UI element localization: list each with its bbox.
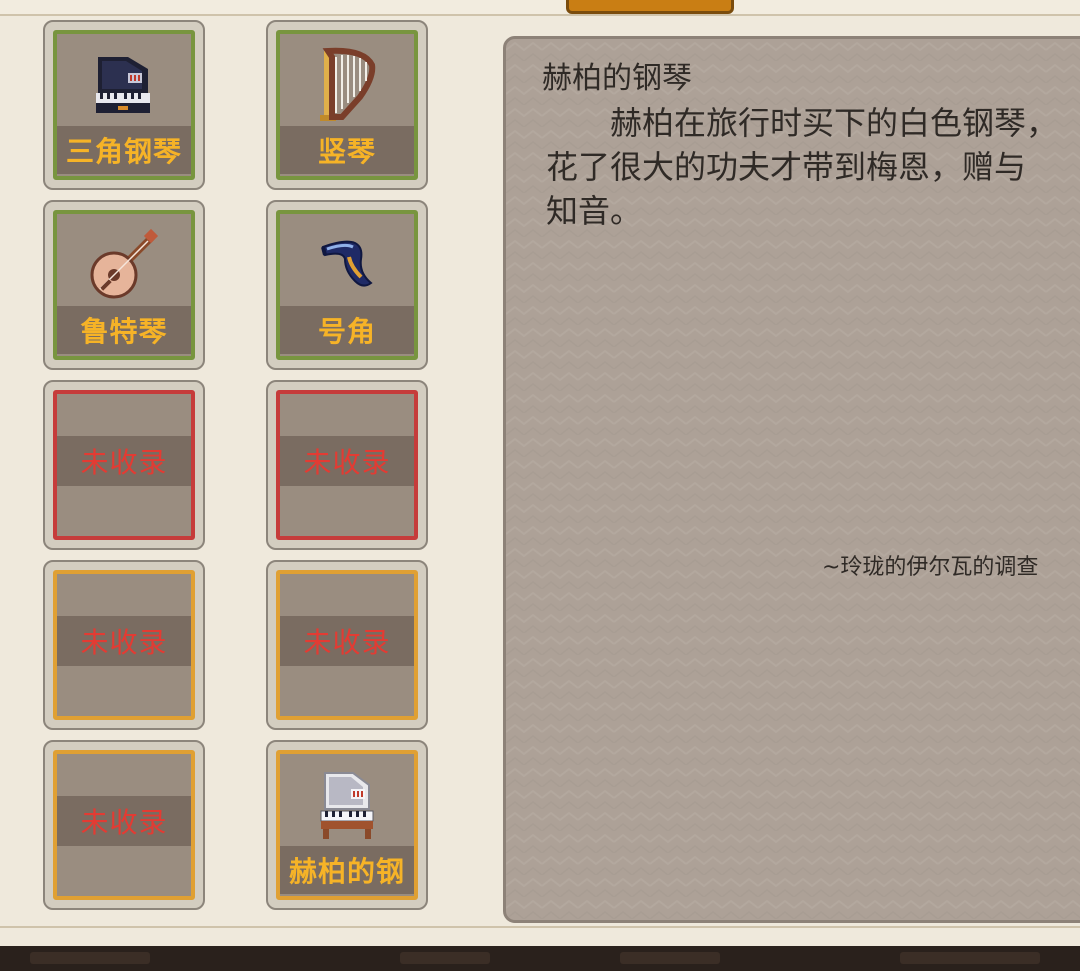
slot-label: 赫柏的钢 <box>280 846 414 894</box>
slot-frame: 未收录 <box>53 390 195 540</box>
harp-icon <box>320 47 376 121</box>
slot-label: 未收录 <box>280 616 414 666</box>
slot-frame: 竖琴 <box>276 30 418 180</box>
slot-frame: 三角钢琴 <box>53 30 195 180</box>
bottom-border <box>0 926 1080 948</box>
item-title: 赫柏的钢琴 <box>542 61 692 96</box>
collection-slot-locked[interactable]: 未收录 <box>266 380 428 550</box>
collection-slot-locked[interactable]: 未收录 <box>43 740 205 910</box>
slot-label: 未收录 <box>280 436 414 486</box>
slot-label: 鲁特琴 <box>57 306 191 354</box>
collection-slot-grand-piano[interactable]: 三角钢琴 <box>43 20 205 190</box>
slot-frame: 赫柏的钢 <box>276 750 418 900</box>
slot-label: 未收录 <box>57 616 191 666</box>
grand-piano-icon <box>96 57 150 113</box>
slot-label: 竖琴 <box>280 126 414 174</box>
slot-frame: 未收录 <box>276 390 418 540</box>
white-piano-icon <box>320 772 374 839</box>
slot-label: 三角钢琴 <box>57 126 191 174</box>
lute-icon <box>90 228 159 299</box>
horn-icon <box>321 240 373 287</box>
slot-frame: 未收录 <box>53 570 195 720</box>
collection-slot-lute[interactable]: 鲁特琴 <box>43 200 205 370</box>
item-detail-panel: 赫柏的钢琴 赫柏在旅行时买下的白色钢琴， 花了很大的功夫才带到梅恩，赠与 知音。… <box>503 36 1080 923</box>
slot-frame: 未收录 <box>53 750 195 900</box>
collection-slot-white-piano[interactable]: 赫柏的钢 <box>266 740 428 910</box>
collection-slot-harp[interactable]: 竖琴 <box>266 20 428 190</box>
slot-frame: 鲁特琴 <box>53 210 195 360</box>
slot-label: 未收录 <box>57 796 191 846</box>
collection-slot-locked[interactable]: 未收录 <box>43 560 205 730</box>
top-bar <box>0 0 1080 16</box>
top-tab[interactable] <box>566 0 734 14</box>
item-source: ~玲珑的伊尔瓦的调查 <box>822 555 1039 580</box>
collection-slot-horn[interactable]: 号角 <box>266 200 428 370</box>
item-description: 赫柏在旅行时买下的白色钢琴， 花了很大的功夫才带到梅恩，赠与 知音。 <box>546 104 1059 230</box>
slot-label: 号角 <box>280 306 414 354</box>
slot-label: 未收录 <box>57 436 191 486</box>
floor-background <box>0 946 1080 971</box>
collection-slot-locked[interactable]: 未收录 <box>266 560 428 730</box>
slot-frame: 号角 <box>276 210 418 360</box>
slot-frame: 未收录 <box>276 570 418 720</box>
collection-slot-locked[interactable]: 未收录 <box>43 380 205 550</box>
